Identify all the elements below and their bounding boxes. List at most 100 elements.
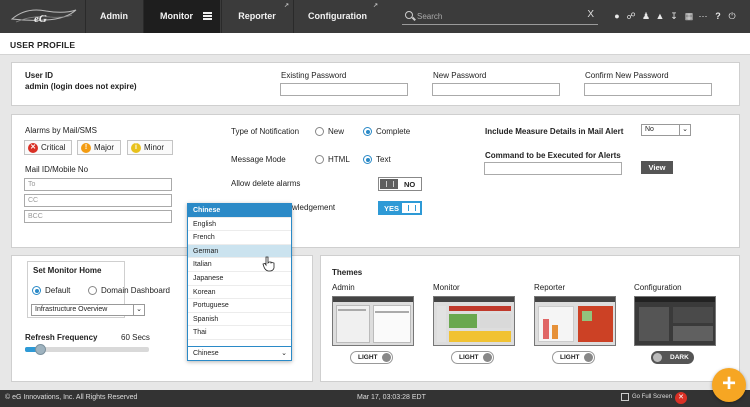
language-option[interactable]: English xyxy=(188,218,291,232)
network-icon[interactable]: ▦ xyxy=(684,11,694,21)
view-button[interactable]: View xyxy=(641,161,673,174)
monitor-home-title: Set Monitor Home xyxy=(33,266,102,275)
refresh-frequency-slider[interactable] xyxy=(25,344,149,355)
acknowledgement-value: YES xyxy=(384,204,400,213)
search-input[interactable] xyxy=(417,10,577,22)
language-option[interactable]: Thai xyxy=(188,326,291,340)
tab-configuration[interactable]: Configuration ↗ xyxy=(293,0,381,33)
command-field[interactable] xyxy=(484,162,622,175)
tab-reporter[interactable]: Reporter ↗ xyxy=(221,0,292,33)
copyright-text: © eG Innovations, Inc. All Rights Reserv… xyxy=(5,394,138,401)
page-title-bar: USER PROFILE xyxy=(0,33,750,55)
monitor-home-select-value: Infrastructure Overview xyxy=(35,306,108,313)
monitor-home-domain-radio[interactable] xyxy=(88,286,97,295)
more-icon[interactable]: ⋯ xyxy=(698,11,708,21)
tab-admin-label: Admin xyxy=(100,11,128,21)
language-option[interactable]: French xyxy=(188,231,291,245)
footer-datetime: Mar 17, 03:03:28 EDT xyxy=(357,394,426,401)
tab-admin[interactable]: Admin xyxy=(85,0,142,33)
message-html-label: HTML xyxy=(328,155,350,164)
user-id-value: admin (login does not expire) xyxy=(25,82,137,91)
existing-password-field[interactable] xyxy=(280,83,408,96)
notification-new-radio[interactable] xyxy=(315,127,324,136)
power-icon[interactable]: ⏻ xyxy=(727,11,737,21)
message-html-radio[interactable] xyxy=(315,155,324,164)
language-select[interactable]: Chinese ⌄ xyxy=(188,346,291,360)
toggle-grip-icon xyxy=(402,203,420,213)
theme-configuration-toggle[interactable]: DARK xyxy=(651,351,694,364)
allow-delete-value: NO xyxy=(404,180,416,189)
command-label: Command to be Executed for Alerts xyxy=(485,151,621,160)
language-option[interactable]: Korean xyxy=(188,286,291,300)
notification-new-label: New xyxy=(328,127,345,136)
search-icon xyxy=(405,11,413,19)
tab-monitor[interactable]: Monitor xyxy=(143,0,220,33)
fullscreen-icon[interactable] xyxy=(621,393,629,401)
monitor-home-default-radio[interactable] xyxy=(32,286,41,295)
hamburger-menu-icon[interactable] xyxy=(203,12,212,20)
language-dropdown-header[interactable]: Chinese xyxy=(188,204,291,218)
major-label: Major xyxy=(94,143,115,152)
download-icon[interactable]: ↧ xyxy=(669,11,679,21)
bell-icon[interactable]: ▲ xyxy=(655,11,665,21)
toggle-knob-icon xyxy=(483,353,492,362)
footer-bar: © eG Innovations, Inc. All Rights Reserv… xyxy=(0,390,750,407)
external-link-icon[interactable]: ↗ xyxy=(284,3,289,9)
acknowledgement-toggle[interactable]: YES xyxy=(378,201,422,215)
help-icon[interactable]: ? xyxy=(713,11,723,21)
theme-admin-toggle[interactable]: LIGHT xyxy=(350,351,393,364)
language-dropdown[interactable]: Chinese English French German Italian Ja… xyxy=(187,203,292,361)
existing-password-label: Existing Password xyxy=(281,71,347,80)
cc-field[interactable]: CC xyxy=(24,194,172,207)
monitor-home-select[interactable]: Infrastructure Overview ⌄ xyxy=(31,304,145,316)
tab-reporter-label: Reporter xyxy=(238,11,276,21)
critical-icon: ✕ xyxy=(28,143,38,153)
critical-label: Critical xyxy=(41,143,66,152)
eg-logo[interactable]: eG xyxy=(6,5,80,28)
theme-reporter-state: LIGHT xyxy=(560,354,580,361)
refresh-frequency-label: Refresh Frequency xyxy=(25,333,98,342)
critical-alarm-button[interactable]: ✕ Critical xyxy=(24,140,72,155)
language-select-value: Chinese xyxy=(193,350,219,357)
bcc-field[interactable]: BCC xyxy=(24,210,172,223)
language-option[interactable]: Portuguese xyxy=(188,299,291,313)
message-text-radio[interactable] xyxy=(363,155,372,164)
major-alarm-button[interactable]: ! Major xyxy=(77,140,121,155)
people-icon[interactable]: ♟ xyxy=(641,11,651,21)
theme-configuration-thumbnail[interactable] xyxy=(634,296,716,346)
notification-complete-radio[interactable] xyxy=(363,127,372,136)
chevron-down-icon: ⌄ xyxy=(281,350,287,357)
theme-admin-thumbnail[interactable] xyxy=(332,296,414,346)
fullscreen-label[interactable]: Go Full Screen xyxy=(632,394,672,400)
measure-details-value: No xyxy=(645,126,654,133)
theme-admin-name: Admin xyxy=(332,283,355,292)
confirm-password-field[interactable] xyxy=(584,83,712,96)
user-icon[interactable]: ● xyxy=(612,11,622,21)
theme-monitor-toggle[interactable]: LIGHT xyxy=(451,351,494,364)
link-icon[interactable]: ☍ xyxy=(626,11,636,21)
theme-reporter-toggle[interactable]: LIGHT xyxy=(552,351,595,364)
clear-search-icon[interactable]: X xyxy=(587,9,594,20)
confirm-password-label: Confirm New Password xyxy=(585,71,669,80)
major-icon: ! xyxy=(81,143,91,153)
language-option[interactable]: Japanese xyxy=(188,272,291,286)
theme-monitor-thumbnail[interactable] xyxy=(433,296,515,346)
to-field[interactable]: To xyxy=(24,178,172,191)
theme-reporter-thumbnail[interactable] xyxy=(534,296,616,346)
minor-alarm-button[interactable]: i Minor xyxy=(127,140,173,155)
measure-details-select[interactable]: No ⌄ xyxy=(641,124,691,136)
allow-delete-label: Allow delete alarms xyxy=(231,179,301,188)
refresh-slider-handle[interactable] xyxy=(34,344,46,355)
search-box: X xyxy=(402,8,598,25)
external-link-icon[interactable]: ↗ xyxy=(373,3,378,9)
acknowledgement-label: wledgement xyxy=(292,203,336,212)
new-password-field[interactable] xyxy=(432,83,560,96)
language-option[interactable]: Spanish xyxy=(188,313,291,327)
message-text-label: Text xyxy=(376,155,391,164)
chevron-down-icon: ⌄ xyxy=(133,305,144,315)
logo-text: eG xyxy=(34,13,47,25)
add-fab-button[interactable]: + xyxy=(712,368,746,402)
themes-title: Themes xyxy=(332,268,363,277)
close-icon[interactable]: ✕ xyxy=(675,392,687,404)
allow-delete-toggle[interactable]: NO xyxy=(378,177,422,191)
